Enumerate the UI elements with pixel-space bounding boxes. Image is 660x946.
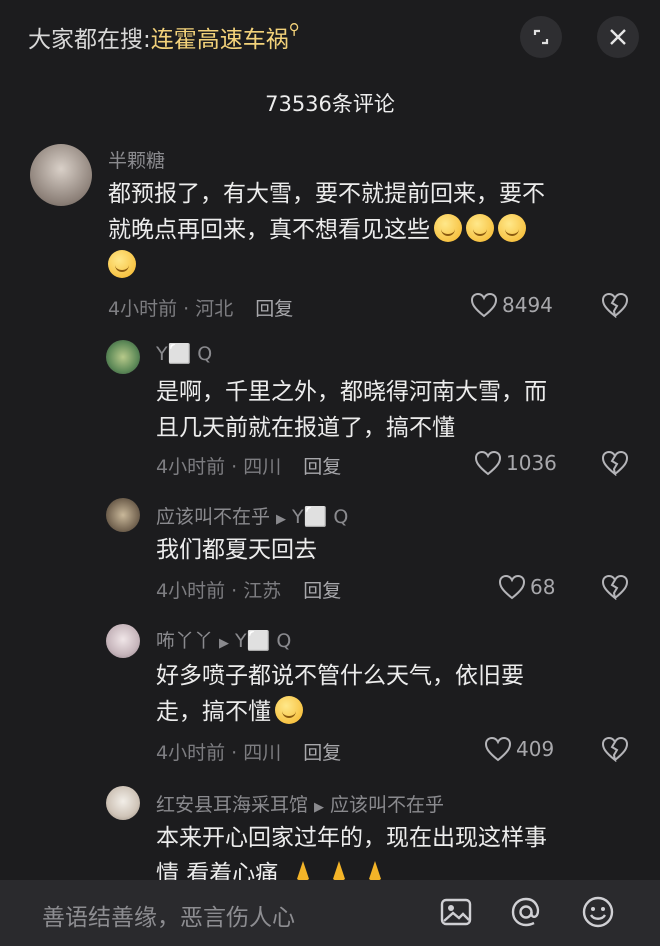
- comment-line: 情 看着心痛: [156, 861, 279, 880]
- mention-button[interactable]: [508, 894, 544, 930]
- broken-heart-icon: [601, 292, 629, 319]
- facepalm-emoji: [108, 250, 136, 278]
- comment-text: 是啊，千里之外，都晓得河南大雪，而 且几天前就在报道了，搞不懂: [156, 374, 626, 446]
- username-with-target: 应该叫不在乎 ▶ Y⬜ Q: [156, 502, 348, 529]
- reply-item: Y⬜ Q 是啊，千里之外，都晓得河南大雪，而 且几天前就在报道了，搞不懂 4小时…: [0, 338, 660, 478]
- avatar[interactable]: [106, 498, 140, 532]
- reply-button[interactable]: 回复: [303, 580, 341, 602]
- comment-count: 73536条评论: [265, 92, 395, 116]
- reply-target[interactable]: Y⬜ Q: [235, 630, 291, 652]
- expand-icon: [533, 29, 549, 45]
- pray-emoji: [333, 861, 346, 880]
- top-bar: 大家都在搜:连霍高速车祸⚲: [0, 0, 660, 76]
- reply-item: 红安县耳海采耳馆 ▶ 应该叫不在乎 本来开心回家过年的，现在出现这样事 情 看着心痛: [0, 784, 660, 880]
- close-button[interactable]: [597, 16, 639, 58]
- comment-text: 本来开心回家过年的，现在出现这样事 情 看着心痛: [156, 820, 626, 880]
- like-button[interactable]: 8494: [470, 292, 553, 318]
- comment-meta: 4小时前 · 江苏 回复: [156, 576, 341, 603]
- comment-line: 走，搞不懂: [156, 699, 271, 725]
- like-count: 409: [516, 737, 555, 761]
- avatar[interactable]: [30, 144, 92, 206]
- comment-meta: 4小时前 · 四川 回复: [156, 452, 341, 479]
- comment-line: 本来开心回家过年的，现在出现这样事: [156, 825, 547, 851]
- image-icon: [440, 898, 472, 926]
- heart-icon: [470, 292, 498, 318]
- close-icon: [610, 29, 626, 45]
- like-button[interactable]: 1036: [474, 450, 557, 476]
- image-button[interactable]: [438, 894, 474, 930]
- dislike-button[interactable]: [601, 736, 629, 766]
- comment-line: 就晚点再回来，真不想看见这些: [108, 217, 430, 243]
- trend-keyword[interactable]: 连霍高速车祸: [151, 27, 289, 53]
- broken-heart-icon: [601, 574, 629, 601]
- facepalm-emoji: [466, 214, 494, 242]
- trend-prefix: 大家都在搜:: [28, 27, 151, 53]
- avatar[interactable]: [106, 340, 140, 374]
- comment-input-bar: 善语结善缘，恶言伤人心: [0, 880, 660, 946]
- like-button[interactable]: 409: [484, 736, 554, 762]
- at-icon: [511, 897, 540, 927]
- avatar[interactable]: [106, 786, 140, 820]
- comment-line: 都预报了，有大雪，要不就提前回来，要不: [108, 181, 545, 207]
- expand-button[interactable]: [520, 16, 562, 58]
- search-icon: ⚲: [288, 20, 300, 38]
- moved-emoji: [275, 696, 303, 724]
- facepalm-emoji: [434, 214, 462, 242]
- like-button[interactable]: 68: [498, 574, 555, 600]
- reply-item: 应该叫不在乎 ▶ Y⬜ Q 我们都夏天回去 4小时前 · 江苏 回复 68: [0, 496, 660, 606]
- like-count: 1036: [506, 451, 557, 475]
- dislike-button[interactable]: [601, 450, 629, 480]
- comment-list: 半颗糖 都预报了，有大雪，要不就提前回来，要不 就晚点再回来，真不想看见这些 4…: [0, 140, 660, 880]
- time-location: 4小时前 · 河北: [108, 298, 234, 320]
- comment-line: 是啊，千里之外，都晓得河南大雪，而: [156, 379, 547, 405]
- username[interactable]: Y⬜ Q: [156, 342, 212, 365]
- username[interactable]: 半颗糖: [108, 146, 165, 173]
- comment-text: 都预报了，有大雪，要不就提前回来，要不 就晚点再回来，真不想看见这些: [108, 176, 628, 284]
- broken-heart-icon: [601, 450, 629, 477]
- comment-text: 我们都夏天回去: [156, 532, 626, 568]
- like-count: 68: [530, 575, 556, 599]
- emoji-icon: [582, 896, 614, 928]
- username[interactable]: 应该叫不在乎: [156, 506, 270, 528]
- comment-text: 好多喷子都说不管什么天气，依旧要 走，搞不懂: [156, 658, 626, 730]
- reply-arrow-icon: ▶: [219, 636, 230, 651]
- reply-button[interactable]: 回复: [303, 742, 341, 764]
- reply-button[interactable]: 回复: [255, 298, 293, 320]
- emoji-button[interactable]: [580, 894, 616, 930]
- facepalm-emoji: [498, 214, 526, 242]
- reply-arrow-icon: ▶: [276, 512, 287, 527]
- reply-arrow-icon: ▶: [314, 800, 325, 815]
- comment-line: 且几天前就在报道了，搞不懂: [156, 415, 455, 441]
- heart-icon: [484, 736, 512, 762]
- username-with-target: 红安县耳海采耳馆 ▶ 应该叫不在乎: [156, 790, 444, 817]
- time-location: 4小时前 · 四川: [156, 742, 282, 764]
- broken-heart-icon: [601, 736, 629, 763]
- comment-item: 半颗糖 都预报了，有大雪，要不就提前回来，要不 就晚点再回来，真不想看见这些 4…: [0, 140, 660, 330]
- reply-button[interactable]: 回复: [303, 456, 341, 478]
- pray-emoji: [297, 861, 310, 880]
- reply-target[interactable]: 应该叫不在乎: [330, 794, 444, 816]
- comment-input[interactable]: 善语结善缘，恶言伤人心: [42, 898, 295, 932]
- heart-icon: [498, 574, 526, 600]
- heart-icon: [474, 450, 502, 476]
- username[interactable]: 红安县耳海采耳馆: [156, 794, 308, 816]
- comment-line: 我们都夏天回去: [156, 537, 317, 563]
- like-count: 8494: [502, 293, 553, 317]
- comment-meta: 4小时前 · 河北 回复: [108, 294, 293, 321]
- comment-meta: 4小时前 · 四川 回复: [156, 738, 341, 765]
- time-location: 4小时前 · 江苏: [156, 580, 282, 602]
- dislike-button[interactable]: [601, 574, 629, 604]
- dislike-button[interactable]: [601, 292, 629, 322]
- username-with-target: 咘丫丫 ▶ Y⬜ Q: [156, 626, 291, 653]
- avatar[interactable]: [106, 624, 140, 658]
- trending-search[interactable]: 大家都在搜:连霍高速车祸⚲: [28, 20, 300, 54]
- time-location: 4小时前 · 四川: [156, 456, 282, 478]
- comment-line: 好多喷子都说不管什么天气，依旧要: [156, 663, 524, 689]
- pray-emoji: [369, 861, 382, 880]
- reply-item: 咘丫丫 ▶ Y⬜ Q 好多喷子都说不管什么天气，依旧要 走，搞不懂 4小时前 · 四…: [0, 622, 660, 772]
- reply-target[interactable]: Y⬜ Q: [292, 506, 348, 528]
- username[interactable]: 咘丫丫: [156, 630, 213, 652]
